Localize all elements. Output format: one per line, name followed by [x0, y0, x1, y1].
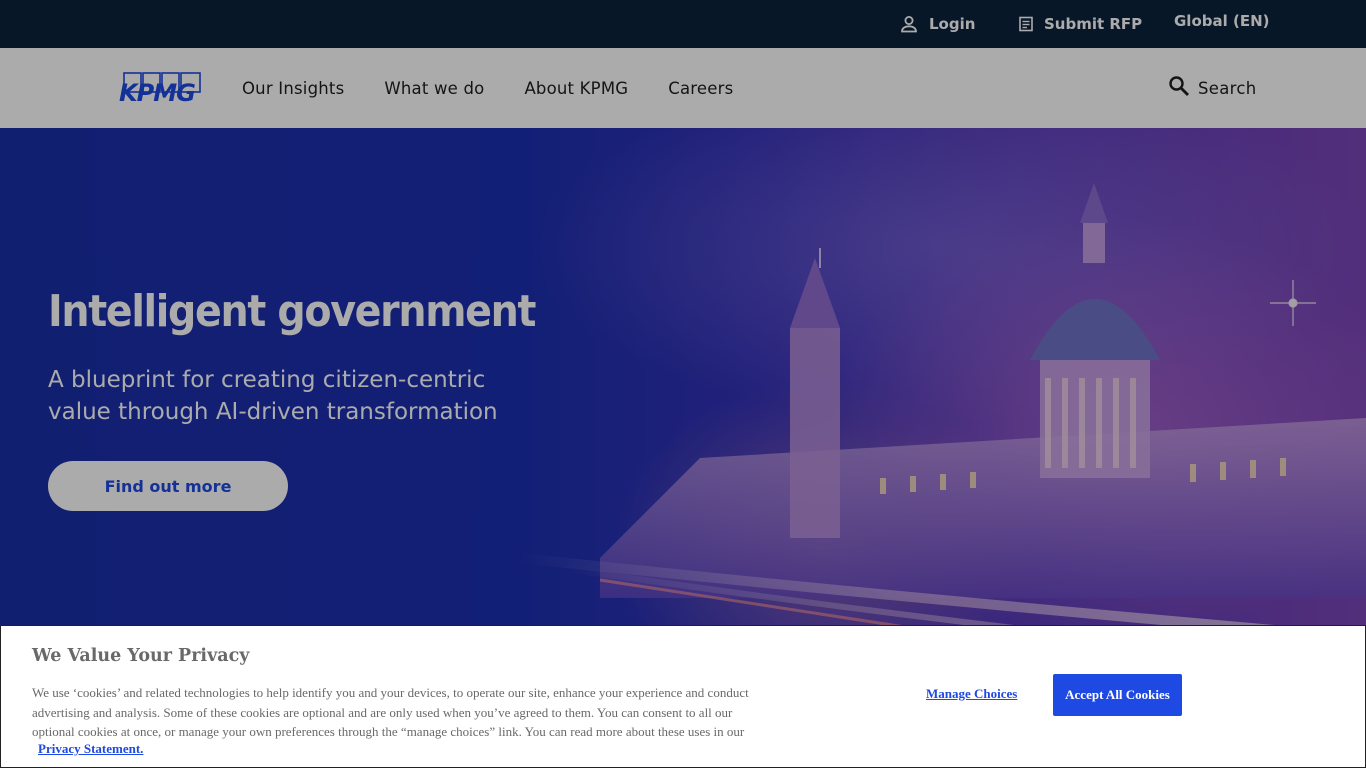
- cookie-title: We Value Your Privacy: [32, 646, 250, 666]
- cookie-banner: We Value Your Privacy We use ‘cookies’ a…: [0, 625, 1366, 768]
- cookie-description: We use ‘cookies’ and related technologie…: [32, 685, 749, 739]
- manage-choices-button[interactable]: Manage Choices: [926, 686, 1017, 702]
- accept-all-cookies-button[interactable]: Accept All Cookies: [1053, 674, 1182, 716]
- privacy-statement-link[interactable]: Privacy Statement.: [38, 741, 143, 757]
